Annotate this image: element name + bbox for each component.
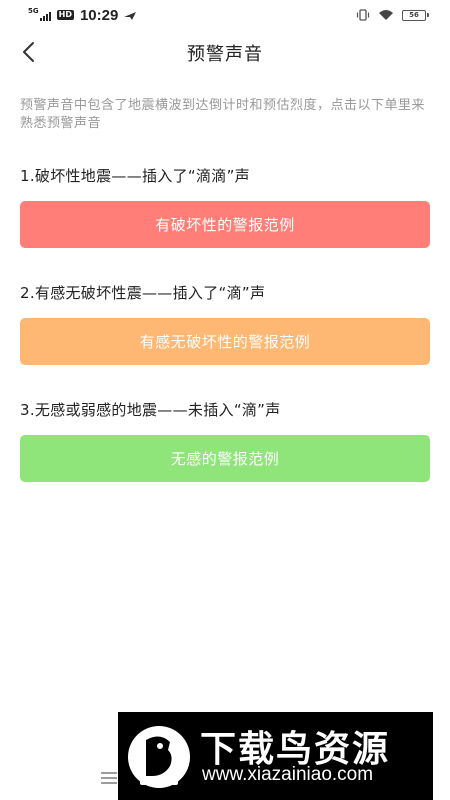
send-icon	[123, 6, 137, 25]
section-heading-felt: 2.有感无破坏性震——插入了“滴”声	[20, 284, 266, 302]
felt-alert-example-button[interactable]: 有感无破坏性的警报范例	[20, 318, 430, 365]
watermark: 下载鸟资源 www.xiazainiao.com	[118, 712, 433, 800]
description-text: 预警声音中包含了地震横波到达倒计时和预估烈度，点击以下单里来熟悉预警声音	[20, 98, 426, 131]
bird-logo-icon	[124, 722, 194, 792]
signal-icon	[39, 6, 54, 25]
clock-time: 10:29	[79, 6, 119, 24]
vibrate-icon	[356, 9, 370, 21]
status-bar-left: 5G HD 10:29	[28, 6, 137, 24]
page-title: 预警声音	[187, 44, 263, 65]
battery-level: 56	[409, 11, 419, 19]
section-heading-unfelt: 3.无感或弱感的地震——未插入“滴”声	[20, 401, 281, 419]
section-heading-destructive: 1.破坏性地震——插入了“滴滴”声	[20, 167, 250, 185]
destructive-alert-example-button[interactable]: 有破坏性的警报范例	[20, 201, 430, 248]
watermark-url: www.xiazainiao.com	[202, 764, 374, 785]
unfelt-alert-example-button[interactable]: 无感的警报范例	[20, 435, 430, 482]
status-bar: 5G HD 10:29 56	[0, 0, 450, 30]
hd-badge: HD	[56, 10, 74, 20]
network-type: 5G	[28, 6, 39, 15]
nav-menu-button[interactable]	[100, 770, 118, 784]
wifi-icon	[378, 9, 394, 21]
header: 预警声音	[0, 30, 450, 74]
status-bar-right: 56	[348, 6, 429, 24]
battery-icon: 56	[402, 9, 429, 21]
menu-icon	[101, 772, 117, 784]
